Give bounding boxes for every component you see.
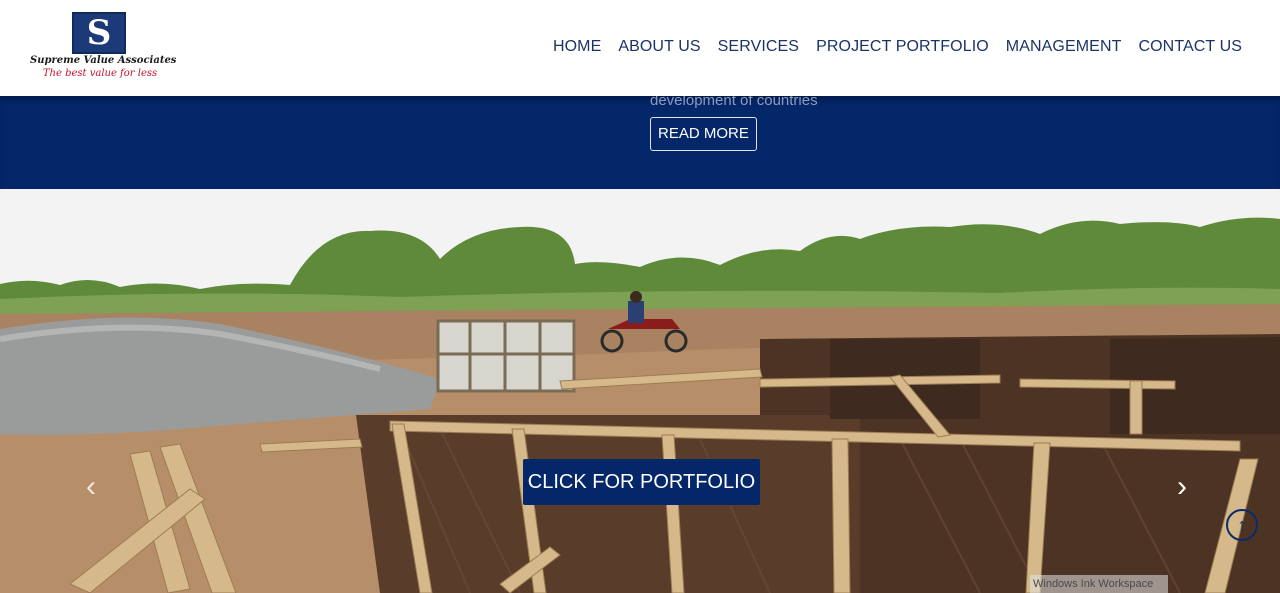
- portfolio-cta-button[interactable]: CLICK FOR PORTFOLIO: [523, 459, 760, 505]
- hero-slider: ‹ CLICK FOR PORTFOLIO › ↑ Windows Ink Wo…: [0, 189, 1280, 593]
- banner-text: development of countries: [650, 96, 818, 109]
- nav-about-us[interactable]: ABOUT US: [618, 38, 700, 56]
- logo-tagline: The best value for less: [42, 68, 158, 79]
- slider-next-icon[interactable]: ›: [1177, 472, 1187, 502]
- read-more-button[interactable]: READ MORE: [650, 117, 757, 151]
- nav-project-portfolio[interactable]: PROJECT PORTFOLIO: [816, 38, 989, 56]
- nav-management[interactable]: MANAGEMENT: [1006, 38, 1122, 56]
- logo-mark: S: [72, 12, 126, 54]
- main-nav: HOME ABOUT US SERVICES PROJECT PORTFOLIO…: [553, 38, 1242, 56]
- nav-services[interactable]: SERVICES: [718, 38, 799, 56]
- slider-prev-icon[interactable]: ‹: [86, 472, 96, 502]
- windows-ink-watermark: Windows Ink Workspace: [1030, 575, 1168, 593]
- arrow-up-icon: ↑: [1237, 514, 1247, 535]
- site-header: S Supreme Value Associates The best valu…: [0, 0, 1280, 96]
- nav-contact-us[interactable]: CONTACT US: [1138, 38, 1242, 56]
- logo-letter: S: [86, 13, 112, 53]
- nav-home[interactable]: HOME: [553, 38, 601, 56]
- construction-site-photo: [0, 189, 1280, 593]
- logo-company-name: Supreme Value Associates: [30, 55, 177, 66]
- intro-banner: development of countries READ MORE: [0, 96, 1280, 189]
- site-logo[interactable]: S Supreme Value Associates The best valu…: [30, 10, 177, 86]
- scroll-to-top-icon[interactable]: ↑: [1226, 509, 1258, 541]
